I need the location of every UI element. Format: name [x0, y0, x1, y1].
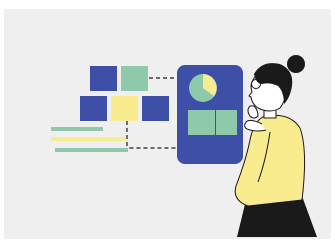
stacked-bars-icon	[51, 127, 128, 152]
tile-yellow-1	[111, 96, 138, 121]
person-hair-bun	[287, 55, 305, 73]
bar-mint-2	[55, 148, 128, 152]
bar-mint-1	[51, 127, 103, 131]
tile-navy-2	[80, 96, 107, 121]
person-thinking-icon	[234, 55, 317, 237]
bar-yellow	[51, 137, 126, 141]
phone-panel-right	[216, 110, 237, 135]
tile-navy-3	[142, 96, 169, 121]
person-hand	[247, 105, 259, 119]
pie-chart-icon	[189, 74, 217, 102]
person-sweater	[234, 114, 306, 207]
tile-grid-icon	[80, 66, 169, 121]
phone-panel-left	[188, 110, 215, 135]
tile-mint-1	[121, 66, 148, 91]
analytics-illustration	[51, 55, 317, 237]
illustration-frame	[0, 0, 335, 241]
phone-dashboard-icon	[177, 65, 243, 164]
tile-navy-1	[90, 66, 117, 91]
